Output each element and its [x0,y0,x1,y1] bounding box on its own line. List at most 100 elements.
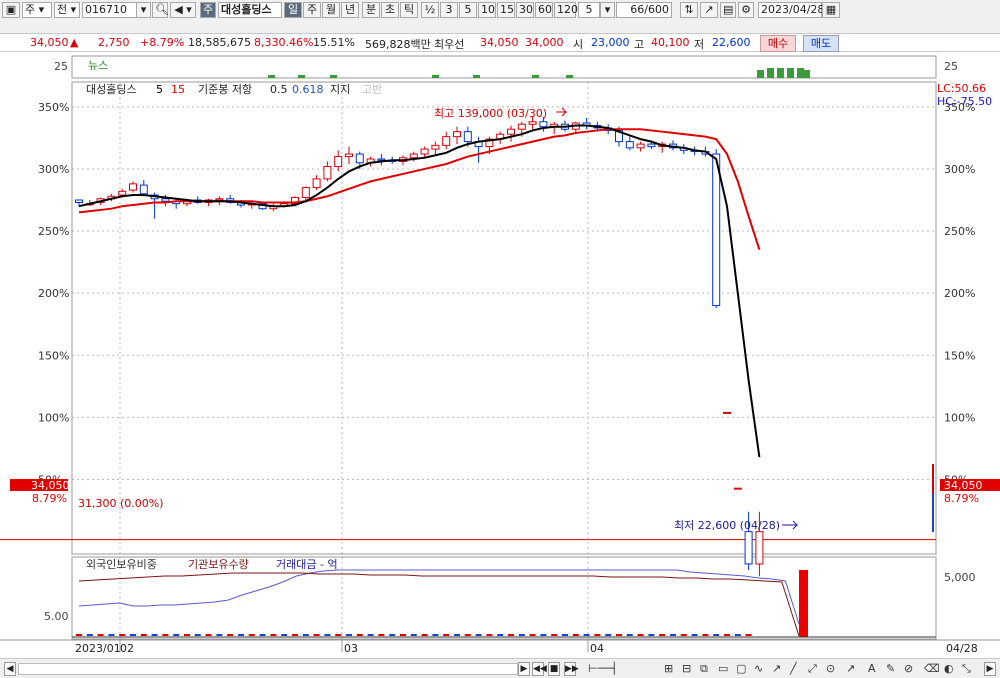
tool-icon-1[interactable]: ⊞ [664,662,673,675]
sub-legend-amount[interactable]: 거래대금 - 억 [276,558,338,571]
candle-body [312,178,321,189]
amount-bar [389,634,396,636]
amount-bar [572,634,579,636]
scroll-left-icon[interactable]: ◀ [4,662,16,676]
layout-icon[interactable]: ▣ [2,2,20,18]
last-page-icon[interactable]: ▶▶ [564,662,579,676]
interval-input[interactable]: 5 [578,2,600,18]
zoom-icon[interactable]: ⊙ [826,662,835,675]
price-chart[interactable]: 350% 350%300% 300%250% 250%200% 200%150% 150%… [0,54,1000,658]
amount-bar [724,634,730,636]
interval-120[interactable]: 120 [554,2,578,18]
candle-body [453,131,461,138]
trend-icon[interactable]: ↗ [772,662,781,675]
legend-ma-slow[interactable]: 15 [171,83,185,96]
calendar-icon[interactable]: ▦ [822,2,840,18]
intraday-tick[interactable]: 틱 [400,2,418,18]
legend-stock[interactable]: 대성홀딩스 [86,83,137,96]
tool-icon-5[interactable]: ▢ [736,662,746,675]
scroll-right-icon[interactable]: ▶ [518,662,530,676]
interval-dropdown-icon[interactable]: ▾ [600,2,615,18]
legend-extra[interactable]: 고반 [362,83,382,96]
interval-10[interactable]: 10 [478,2,496,18]
interval-5[interactable]: 5 [459,2,477,18]
date-field[interactable]: 2023/04/28 [758,2,824,18]
sound-icon[interactable]: ◀ ▾ [170,2,196,18]
period-month[interactable]: 월 [322,2,340,18]
code-input[interactable]: 016710 [82,2,140,18]
search-icon[interactable]: 🔍︎ [152,2,169,18]
amount-bar [734,634,741,636]
amount-bar [680,634,687,636]
line-icon[interactable]: ╱ [790,662,797,675]
period-year[interactable]: 년 [341,2,359,18]
intraday-second[interactable]: 초 [381,2,399,18]
intraday-minute[interactable]: 분 [362,2,380,18]
candle-body [755,531,764,565]
text-icon[interactable]: A [868,662,876,675]
current-price: 34,050 [30,36,69,49]
interval-3[interactable]: 3 [440,2,458,18]
tool-icon-4[interactable]: ▭ [718,662,728,675]
amount-bar [637,634,644,636]
eraser-icon[interactable]: ⌫ [924,662,940,675]
color-icon[interactable]: ◐ [944,662,954,675]
type-select[interactable]: 주 ▾ [22,2,52,18]
period-day[interactable]: 일 [284,2,302,18]
lc-value: LC:50.66 [937,82,986,95]
candle-body [647,143,656,148]
interval-30[interactable]: 30 [516,2,534,18]
sub-legend-institution[interactable]: 기관보유수량 [188,558,249,571]
interval-half[interactable]: ½ [421,2,439,18]
amount-bar [292,634,298,636]
price-change: 2,750 [98,36,130,49]
arrow-icon[interactable]: ↗ [846,662,855,675]
best-quote-label: 최우선 [434,38,465,51]
period-week[interactable]: 주 [303,2,321,18]
wave-icon[interactable]: ∿ [754,662,763,675]
first-page-icon[interactable]: ◀◀ [532,662,547,676]
candle-body [733,487,742,490]
stop-icon[interactable]: ■ [548,662,560,676]
fit-icon[interactable]: ⤡ [962,662,971,676]
legend-support[interactable]: 지지 [330,83,350,96]
left-pct-tag: 8.79% [32,492,67,505]
save-icon[interactable]: ▤ [720,2,736,18]
scroll-track[interactable] [18,663,518,675]
news-bar [757,70,764,78]
draw-icon[interactable]: ↗ [700,2,718,18]
gear-icon[interactable]: ⚙ [738,2,754,18]
interval-60[interactable]: 60 [535,2,553,18]
legend-ma-fast[interactable]: 5 [156,83,163,96]
favorite-icon[interactable]: 주 [200,2,216,18]
amount-bar [367,634,374,636]
amount-bar [86,634,93,636]
amount-bar [184,634,190,636]
count-field[interactable]: 66/600 [616,2,672,18]
compare-icon[interactable]: ⇅ [680,2,698,18]
news-label[interactable]: 뉴스 [88,59,108,72]
amount-bar [335,634,342,636]
pen-icon[interactable]: ✎ [886,662,895,675]
news-bar [532,75,539,78]
sub-legend-foreign[interactable]: 외국인보유비중 [86,558,157,571]
buy-button[interactable]: 매수 [760,35,796,52]
candle-body [442,136,451,146]
scroll-end-icon[interactable]: ▶ [984,662,996,676]
interval-15[interactable]: 15 [497,2,515,18]
delete-icon[interactable]: ⊘ [904,662,913,675]
tool-icon-3[interactable]: ⧉ [700,662,708,676]
ray-icon[interactable]: ⤢ [808,662,817,676]
sell-button[interactable]: 매도 [803,35,839,52]
high-label: 고 [634,38,645,51]
amount-bar [324,634,331,636]
news-bar [777,68,784,78]
toolbar: ▣ 주 ▾ 전 ▾ 016710 ▾ 🔍︎ ◀ ▾ 주 대성홀딩스 일 주 월 … [0,0,1000,34]
code-dropdown-icon[interactable]: ▾ [136,2,151,18]
y-tick-right: 100% [944,411,975,424]
tool-icon-2[interactable]: ⊟ [682,662,691,675]
market-select[interactable]: 전 ▾ [54,2,80,18]
candle-body [723,411,731,414]
zoom-slider-icon[interactable]: ⊢──┤ [588,662,617,675]
legend-indicator[interactable]: 기준봉 저항 [198,83,252,96]
